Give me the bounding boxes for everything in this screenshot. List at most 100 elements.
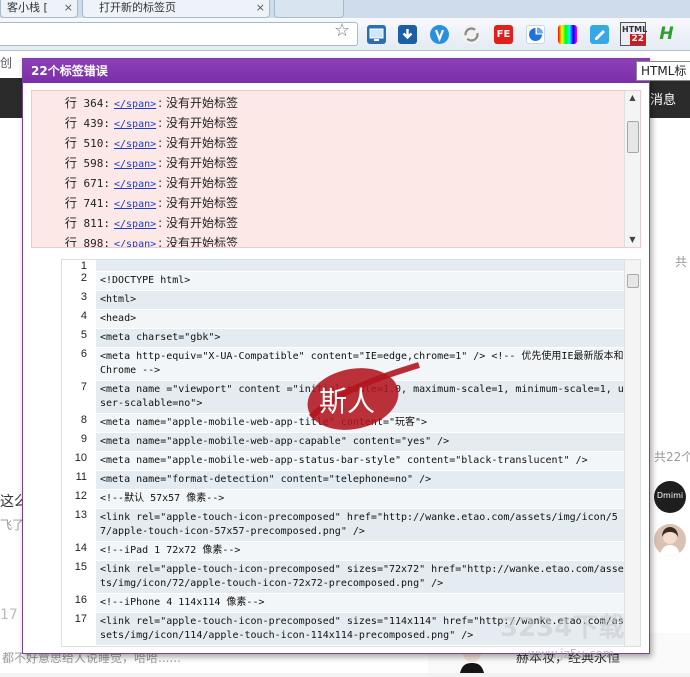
error-message: : 没有开始标签 <box>158 136 239 150</box>
bookmark-star-icon[interactable]: ☆ <box>334 20 350 41</box>
tab-close-icon[interactable]: × <box>64 0 73 16</box>
error-line: 行 510: <box>32 133 110 154</box>
error-row: 行 364: </span>: 没有开始标签 <box>32 93 640 113</box>
code-text: <meta name="format-detection" content="t… <box>96 471 624 490</box>
error-row: 行 439: </span>: 没有开始标签 <box>32 113 640 133</box>
error-message: : 没有开始标签 <box>158 156 239 170</box>
tab-new-tab[interactable]: 打开新的标签页 × <box>82 0 270 18</box>
code-text: <meta name="apple-mobile-web-app-status-… <box>96 452 624 471</box>
error-row: 行 811: </span>: 没有开始标签 <box>32 213 640 233</box>
error-line-number: 598: <box>83 157 111 170</box>
code-line: 9 <meta name="apple-mobile-web-app-capabl… <box>62 433 624 452</box>
side-gong22-text: 共22个 <box>654 450 690 464</box>
sync-icon[interactable] <box>462 25 481 44</box>
code-line: 4 <head> <box>62 310 624 329</box>
error-line: 行 671: <box>32 173 110 194</box>
color-picker-icon[interactable] <box>558 25 577 44</box>
error-line: 行 439: <box>32 113 110 134</box>
error-tag-link[interactable]: </span> <box>114 119 156 130</box>
scroll-up-arrow-icon[interactable]: ▲ <box>625 91 640 105</box>
error-row: 行 898: </span>: 没有开始标签 <box>32 233 640 248</box>
avatar[interactable]: Dmimi <box>654 481 686 513</box>
code-line: 5 <meta charset="gbk"> <box>62 329 624 348</box>
html-validator-icon[interactable]: HTML 22 <box>620 22 647 46</box>
code-line: 7 <meta name ="viewport" content ="initia… <box>62 381 624 414</box>
error-prefix: 行 <box>64 116 77 130</box>
code-text: <meta name="apple-mobile-web-app-capable… <box>96 433 624 452</box>
error-tag-link[interactable]: </span> <box>114 139 156 150</box>
code-text: <meta name="apple-mobile-web-app-title" … <box>96 414 624 433</box>
error-row: 行 741: </span>: 没有开始标签 <box>32 193 640 213</box>
scroll-down-arrow-icon[interactable]: ▼ <box>625 233 640 247</box>
error-row: 行 598: </span>: 没有开始标签 <box>32 153 640 173</box>
left-snippet: 飞了 <box>0 518 25 532</box>
code-text: <!--iPad 1 72x72 像素--> <box>96 542 624 561</box>
error-prefix: 行 <box>64 236 77 248</box>
error-tag-link[interactable]: </span> <box>114 239 156 247</box>
source-view: 1 2 <!DOCTYPE html> 3 <html> 4 <head> 5 <meta ch… <box>61 259 641 647</box>
left-number: 17 <box>0 607 18 623</box>
line-number: 17 <box>74 613 87 625</box>
error-line-number: 811: <box>83 217 111 230</box>
error-row: 行 510: </span>: 没有开始标签 <box>32 133 640 153</box>
code-line: 14 <!--iPad 1 72x72 像素--> <box>62 542 624 561</box>
tab-close-icon[interactable]: × <box>256 0 265 16</box>
error-line: 行 811: <box>32 213 110 234</box>
error-line: 行 598: <box>32 153 110 174</box>
line-number: 10 <box>74 452 87 464</box>
error-message: : 没有开始标签 <box>158 116 239 130</box>
error-tag-link[interactable]: </span> <box>114 219 156 230</box>
address-bar[interactable] <box>0 22 358 46</box>
tab-blank[interactable] <box>274 0 344 18</box>
scroll-thumb[interactable] <box>627 274 639 288</box>
code-line: 11 <meta name="format-detection" content=… <box>62 471 624 490</box>
code-line: 6 <meta http-equiv="X-UA-Compatible" cont… <box>62 348 624 381</box>
line-number: 8 <box>80 414 87 426</box>
error-line: 行 741: <box>32 193 110 214</box>
error-message: : 没有开始标签 <box>158 236 239 248</box>
error-list: 行 364: </span>: 没有开始标签行 439: </span>: 没有开始… <box>31 90 641 248</box>
line-number: 16 <box>74 594 87 606</box>
vimium-icon[interactable] <box>430 25 449 44</box>
line-number: 3 <box>80 291 87 303</box>
avatar[interactable] <box>654 524 686 556</box>
site-watermark-url: www.jz5u.com <box>528 647 615 661</box>
code-text <box>96 260 624 272</box>
fe-icon[interactable]: FE <box>494 25 513 44</box>
code-text: <link rel="apple-touch-icon-precomposed"… <box>96 509 624 542</box>
error-line-number: 741: <box>83 197 111 210</box>
download-icon[interactable] <box>398 25 417 44</box>
tab-label: 客小栈 [ <box>7 1 48 14</box>
h-icon[interactable]: H <box>657 25 676 44</box>
error-prefix: 行 <box>64 176 77 190</box>
source-scrollbar[interactable] <box>624 260 640 646</box>
nav-messages[interactable]: 消息 <box>650 89 676 108</box>
stats-icon[interactable] <box>526 25 545 44</box>
error-tag-link[interactable]: </span> <box>114 159 156 170</box>
code-line: 2 <!DOCTYPE html> <box>62 272 624 291</box>
error-prefix: 行 <box>64 196 77 210</box>
tab-current[interactable]: 客小栈 [ × <box>0 0 78 18</box>
error-line-number: 364: <box>83 97 111 110</box>
tab-label: 打开新的标签页 <box>99 1 176 14</box>
scroll-thumb[interactable] <box>627 121 639 153</box>
code-text: <meta charset="gbk"> <box>96 329 624 348</box>
code-line: 10 <meta name="apple-mobile-web-app-statu… <box>62 452 624 471</box>
note-icon[interactable] <box>590 25 609 44</box>
line-number: 6 <box>80 348 87 360</box>
extension-tooltip: HTML标 <box>636 61 690 81</box>
error-line: 行 898: <box>32 233 110 248</box>
error-tag-link[interactable]: </span> <box>114 199 156 210</box>
line-number: 7 <box>80 381 87 393</box>
code-line: 15 <link rel="apple-touch-icon-precompose… <box>62 561 624 594</box>
error-tag-link[interactable]: </span> <box>114 179 156 190</box>
code-text: <link rel="apple-touch-icon-precomposed"… <box>96 561 624 594</box>
avatar-label: Dmimi <box>656 491 684 500</box>
error-tag-link[interactable]: </span> <box>114 99 156 110</box>
code-text: <head> <box>96 310 624 329</box>
monitor-icon[interactable] <box>367 25 386 44</box>
code-line: 3 <html> <box>62 291 624 310</box>
line-number: 11 <box>75 471 87 483</box>
error-list-scrollbar[interactable]: ▲ ▼ <box>624 91 640 247</box>
site-watermark: 3234下载 <box>500 613 625 643</box>
